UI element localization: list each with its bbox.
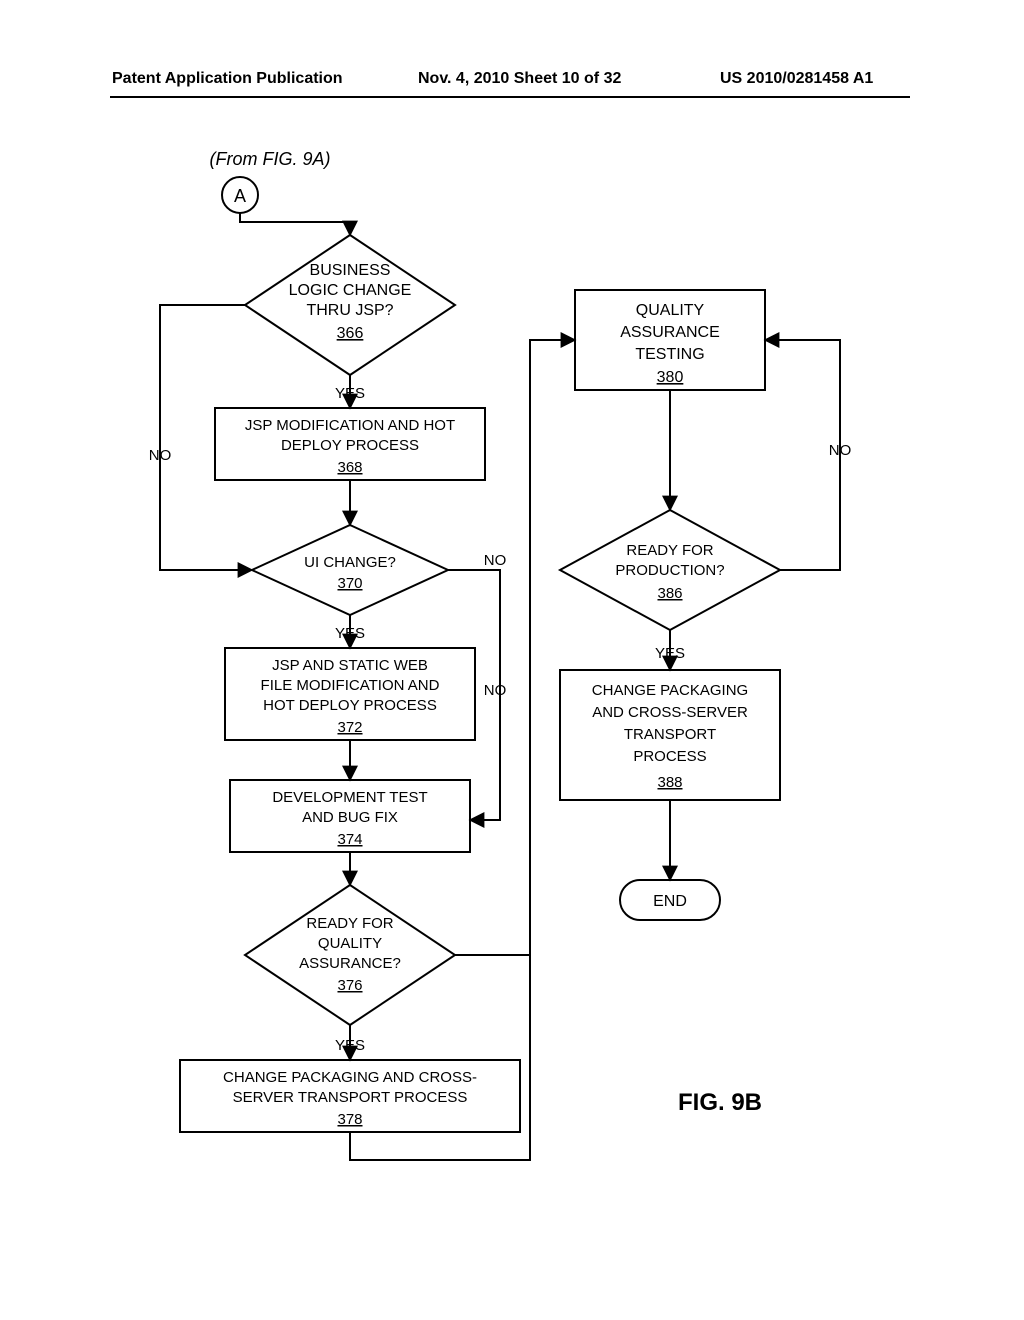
svg-text:SERVER TRANSPORT PROCESS: SERVER TRANSPORT PROCESS (233, 1089, 468, 1106)
decision-366: BUSINESS LOGIC CHANGE THRU JSP? 366 (245, 235, 455, 375)
svg-text:CHANGE PACKAGING: CHANGE PACKAGING (592, 682, 748, 699)
process-368: JSP MODIFICATION AND HOT DEPLOY PROCESS … (215, 408, 485, 480)
svg-text:370: 370 (337, 575, 362, 592)
svg-text:380: 380 (657, 369, 684, 386)
svg-text:ASSURANCE: ASSURANCE (620, 324, 720, 341)
svg-text:UI CHANGE?: UI CHANGE? (304, 554, 396, 571)
svg-text:CHANGE PACKAGING AND CROSS-: CHANGE PACKAGING AND CROSS- (223, 1069, 477, 1086)
svg-text:READY FOR: READY FOR (306, 915, 393, 932)
svg-text:BUSINESS: BUSINESS (310, 262, 391, 279)
svg-text:JSP AND STATIC WEB: JSP AND STATIC WEB (272, 657, 428, 674)
svg-text:386: 386 (657, 585, 682, 602)
svg-text:DEVELOPMENT TEST: DEVELOPMENT TEST (272, 789, 427, 806)
svg-text:ASSURANCE?: ASSURANCE? (299, 955, 401, 972)
connector-a-label: A (234, 186, 246, 206)
svg-text:DEPLOY PROCESS: DEPLOY PROCESS (281, 437, 419, 454)
svg-text:QUALITY: QUALITY (318, 935, 382, 952)
svg-text:376: 376 (337, 977, 362, 994)
svg-text:PRODUCTION?: PRODUCTION? (615, 562, 724, 579)
svg-text:368: 368 (337, 459, 362, 476)
svg-text:LOGIC CHANGE: LOGIC CHANGE (289, 282, 412, 299)
svg-text:372: 372 (337, 719, 362, 736)
flowchart: (From FIG. 9A) A BUSINESS LOGIC CHANGE T… (100, 140, 920, 1290)
svg-text:NO: NO (484, 552, 507, 569)
svg-text:YES: YES (335, 1037, 365, 1054)
svg-text:END: END (653, 893, 687, 910)
svg-text:PROCESS: PROCESS (633, 748, 706, 765)
svg-text:NO: NO (149, 447, 172, 464)
svg-text:QUALITY: QUALITY (636, 302, 705, 319)
header-rule (110, 96, 910, 98)
svg-text:HOT DEPLOY PROCESS: HOT DEPLOY PROCESS (263, 697, 437, 714)
svg-text:FILE MODIFICATION AND: FILE MODIFICATION AND (261, 677, 440, 694)
header-left: Patent Application Publication (112, 70, 343, 88)
svg-text:NO: NO (829, 442, 852, 459)
svg-text:READY FOR: READY FOR (626, 542, 713, 559)
decision-376: READY FOR QUALITY ASSURANCE? 376 (245, 885, 455, 1025)
process-388: CHANGE PACKAGING AND CROSS-SERVER TRANSP… (560, 670, 780, 800)
process-378: CHANGE PACKAGING AND CROSS- SERVER TRANS… (180, 1060, 520, 1132)
svg-text:388: 388 (657, 774, 682, 791)
svg-text:YES: YES (335, 385, 365, 402)
svg-text:JSP MODIFICATION AND HOT: JSP MODIFICATION AND HOT (245, 417, 455, 434)
terminator-end: END (620, 880, 720, 920)
svg-text:YES: YES (655, 645, 685, 662)
svg-text:TESTING: TESTING (635, 346, 704, 363)
svg-text:NO: NO (484, 682, 507, 699)
figure-label: FIG. 9B (678, 1089, 762, 1116)
header-right: US 2010/0281458 A1 (720, 70, 873, 88)
process-374: DEVELOPMENT TEST AND BUG FIX 374 (230, 780, 470, 852)
svg-text:374: 374 (337, 831, 362, 848)
svg-text:TRANSPORT: TRANSPORT (624, 726, 716, 743)
svg-text:AND BUG FIX: AND BUG FIX (302, 809, 398, 826)
process-372: JSP AND STATIC WEB FILE MODIFICATION AND… (225, 648, 475, 740)
header-center: Nov. 4, 2010 Sheet 10 of 32 (418, 70, 621, 88)
decision-386: READY FOR PRODUCTION? 386 (560, 510, 780, 630)
svg-text:366: 366 (337, 325, 364, 342)
svg-text:THRU JSP?: THRU JSP? (306, 302, 393, 319)
from-label: (From FIG. 9A) (210, 149, 331, 169)
svg-text:378: 378 (337, 1111, 362, 1128)
svg-text:YES: YES (335, 625, 365, 642)
decision-370: UI CHANGE? 370 (252, 525, 448, 615)
process-380: QUALITY ASSURANCE TESTING 380 (575, 290, 765, 390)
svg-text:AND CROSS-SERVER: AND CROSS-SERVER (592, 704, 748, 721)
